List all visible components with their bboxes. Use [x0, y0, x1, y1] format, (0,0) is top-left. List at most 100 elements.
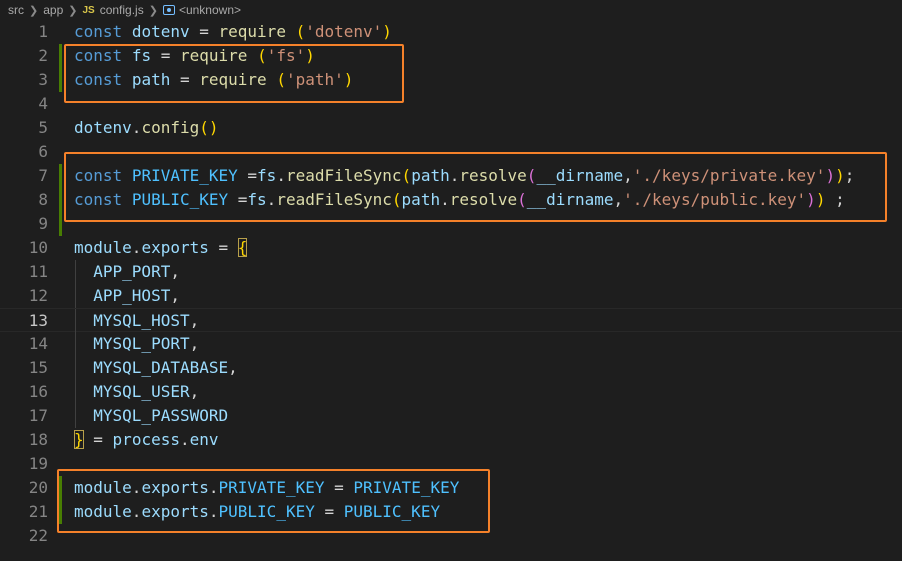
code-token: './keys/private.key' [632, 166, 826, 185]
code-token: . [276, 166, 286, 185]
code-line[interactable]: 8 const PUBLIC_KEY =fs.readFileSync(path.… [0, 188, 902, 212]
code-line[interactable]: 14 MYSQL_PORT, [0, 332, 902, 356]
code-line[interactable]: 11 APP_PORT, [0, 260, 902, 284]
code-line[interactable]: 10 module.exports = { [0, 236, 902, 260]
code-token: const [74, 70, 123, 89]
code-token: readFileSync [276, 190, 392, 209]
line-number: 5 [38, 118, 48, 137]
line-number: 8 [38, 190, 48, 209]
code-token: MYSQL_DATABASE [93, 358, 229, 377]
code-line[interactable]: 19 [0, 452, 902, 476]
code-token: PRIVATE_KEY [353, 478, 460, 497]
code-token: ; [844, 166, 855, 185]
code-token: MYSQL_HOST [93, 311, 190, 330]
breadcrumb-file[interactable]: config.js [100, 3, 144, 17]
code-token: ( [295, 22, 306, 41]
code-token: require [179, 46, 248, 65]
code-token: dotenv [131, 22, 190, 41]
code-token: PRIVATE_KEY [131, 166, 238, 185]
code-token: fs [131, 46, 152, 65]
code-token: ) [343, 70, 354, 89]
code-token: const [74, 22, 123, 41]
code-token: require [199, 70, 267, 89]
code-text: module.exports.PUBLIC_KEY = PUBLIC_KEY [74, 500, 440, 524]
code-line[interactable]: 5 dotenv.config() [0, 116, 902, 140]
breadcrumb-folder-src[interactable]: src [8, 3, 24, 17]
code-editor[interactable]: 1 const dotenv = require ('dotenv') 2 const… [0, 20, 902, 548]
line-number: 3 [38, 70, 48, 89]
code-line[interactable]: 17 MYSQL_PASSWORD [0, 404, 902, 428]
code-token: . [131, 238, 142, 257]
code-token: , [189, 311, 200, 330]
code-token: ( [276, 70, 286, 89]
code-token: = [170, 70, 200, 89]
breadcrumb-symbol[interactable]: <unknown> [179, 3, 241, 17]
code-text: } = process.env [74, 428, 219, 452]
code-line[interactable]: 2 const fs = require ('fs') [0, 44, 902, 68]
code-token: path [131, 70, 171, 89]
code-line[interactable]: 12 APP_HOST, [0, 284, 902, 308]
code-token: const [74, 166, 123, 185]
code-token: . [208, 478, 219, 497]
git-modified-marker[interactable] [59, 476, 62, 500]
code-text: MYSQL_HOST, [74, 309, 199, 333]
code-token: , [189, 382, 200, 401]
code-token: . [131, 502, 142, 521]
code-token: = [324, 478, 354, 497]
code-token: module [74, 238, 132, 257]
code-token: = [151, 46, 180, 65]
code-line[interactable]: 16 MYSQL_USER, [0, 380, 902, 404]
line-number: 12 [28, 286, 48, 305]
code-token: } [74, 430, 84, 449]
code-text: module.exports = { [74, 236, 248, 260]
code-token: ) [382, 22, 392, 41]
line-number: 9 [38, 214, 48, 233]
git-modified-marker[interactable] [59, 188, 62, 212]
chevron-right-icon: ❯ [68, 4, 78, 17]
code-line[interactable]: 20 module.exports.PRIVATE_KEY = PRIVATE_K… [0, 476, 902, 500]
code-line[interactable]: 13 MYSQL_HOST, [0, 308, 902, 333]
code-line[interactable]: 6 [0, 140, 902, 164]
breadcrumb-folder-app[interactable]: app [43, 3, 63, 17]
code-line[interactable]: 15 MYSQL_DATABASE, [0, 356, 902, 380]
code-token: exports [141, 238, 209, 257]
code-line[interactable]: 7 const PRIVATE_KEY =fs.readFileSync(path… [0, 164, 902, 188]
code-line[interactable]: 1 const dotenv = require ('dotenv') [0, 20, 902, 44]
code-token: module [74, 502, 132, 521]
code-line[interactable]: 9 [0, 212, 902, 236]
code-token: ) [305, 46, 315, 65]
code-line[interactable]: 4 [0, 92, 902, 116]
line-number: 19 [28, 454, 48, 473]
code-line[interactable]: 3 const path = require ('path') [0, 68, 902, 92]
code-text: module.exports.PRIVATE_KEY = PRIVATE_KEY [74, 476, 459, 500]
line-number: 2 [38, 46, 48, 65]
git-modified-marker[interactable] [59, 164, 62, 188]
code-line[interactable]: 21 module.exports.PUBLIC_KEY = PUBLIC_KEY [0, 500, 902, 524]
git-modified-marker[interactable] [59, 68, 62, 92]
git-modified-marker[interactable] [59, 212, 62, 236]
breadcrumb: src ❯ app ❯ JS config.js ❯ <unknown> [0, 0, 902, 20]
code-line[interactable]: 18} = process.env [0, 428, 902, 452]
line-number: 20 [28, 478, 48, 497]
code-text: const dotenv = require ('dotenv') [74, 20, 392, 44]
code-token: env [189, 430, 219, 449]
code-line[interactable]: 22 [0, 524, 902, 548]
code-text: const path = require ('path') [74, 68, 353, 92]
code-token: 'dotenv' [305, 22, 383, 41]
code-token: const [74, 46, 123, 65]
line-number: 22 [28, 526, 48, 545]
code-token: () [199, 118, 219, 137]
code-token: __dirname [526, 190, 614, 209]
code-token: = [228, 190, 248, 209]
code-text: const PUBLIC_KEY =fs.readFileSync(path.r… [74, 188, 845, 212]
git-modified-marker[interactable] [59, 44, 62, 68]
code-token: = [208, 238, 238, 257]
code-token: process [112, 430, 180, 449]
line-number: 10 [28, 238, 48, 257]
git-modified-marker[interactable] [59, 500, 62, 524]
